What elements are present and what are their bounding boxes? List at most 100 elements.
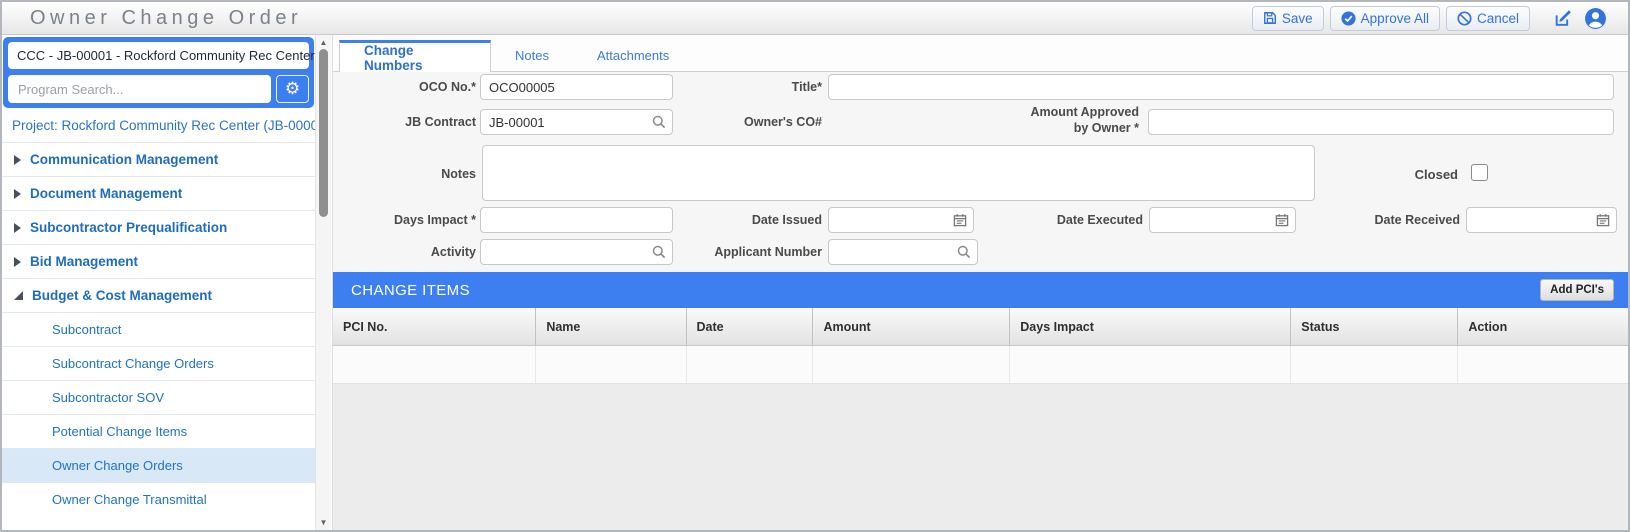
title-input[interactable] <box>828 74 1614 100</box>
activity-field <box>480 239 673 265</box>
tab-attachments[interactable]: Attachments <box>573 40 693 71</box>
date-received-label: Date Received <box>1374 213 1460 227</box>
sidebar-subitem-subcontract-change-orders[interactable]: Subcontract Change Orders <box>2 346 315 380</box>
scroll-down-icon[interactable]: ▼ <box>316 518 331 527</box>
scroll-up-icon[interactable]: ▲ <box>316 38 331 47</box>
search-icon[interactable] <box>957 245 971 259</box>
sidebar-subitem-label: Owner Change Transmittal <box>52 492 207 507</box>
sidebar-subitem-label: Potential Change Items <box>52 424 188 439</box>
expand-arrow-icon <box>14 256 21 267</box>
amount-approved-label: Amount Approved by Owner * <box>1030 105 1139 135</box>
approve-all-label: Approve All <box>1360 10 1429 26</box>
project-link[interactable]: Project: Rockford Community Rec Center (… <box>2 108 330 142</box>
edit-icon[interactable] <box>1550 5 1576 31</box>
calendar-icon[interactable] <box>1275 213 1289 227</box>
approve-all-button[interactable]: Approve All <box>1329 5 1440 31</box>
sidebar-nav: Communication Management Document Managem… <box>2 142 315 516</box>
amount-approved-input[interactable] <box>1148 109 1614 135</box>
sidebar-item-label: Communication Management <box>30 152 219 167</box>
calendar-icon[interactable] <box>1596 213 1610 227</box>
sidebar-subitem-subcontract[interactable]: Subcontract <box>2 312 315 346</box>
calendar-icon[interactable] <box>953 213 967 227</box>
days-impact-input[interactable] <box>480 207 673 233</box>
change-items-grid-header: PCI No. Name Date Amount Days Impact Status Ac… <box>333 308 1628 346</box>
save-label: Save <box>1281 10 1313 26</box>
header-actions: Save Approve All Cancel <box>1251 5 1608 31</box>
change-items-title: CHANGE ITEMS <box>351 281 470 299</box>
date-received-field <box>1466 207 1617 233</box>
change-items-banner: CHANGE ITEMS Add PCI's <box>333 272 1628 308</box>
sidebar-subitem-subcontractor-sov[interactable]: Subcontractor SOV <box>2 380 315 414</box>
sidebar-subitem-label: Subcontract Change Orders <box>52 356 214 371</box>
sidebar-subitem-owner-change-transmittal[interactable]: Owner Change Transmittal <box>2 482 315 516</box>
sidebar-item-label: Bid Management <box>30 254 139 269</box>
program-search-input[interactable] <box>8 75 271 103</box>
closed-label: Closed <box>1414 167 1458 182</box>
sidebar-subitem-label: Owner Change Orders <box>52 458 183 473</box>
app-header: Owner Change Order Save Approve All Canc… <box>2 2 1628 35</box>
scrollbar-thumb[interactable] <box>319 49 328 217</box>
search-icon[interactable] <box>652 245 666 259</box>
tab-notes[interactable]: Notes <box>491 40 573 71</box>
empty-cell <box>333 346 537 383</box>
search-icon[interactable] <box>652 115 666 129</box>
cancel-button[interactable]: Cancel <box>1445 5 1530 31</box>
sidebar-scrollbar[interactable]: ▲ ▼ <box>315 35 331 530</box>
date-issued-label: Date Issued <box>751 213 822 227</box>
settings-button[interactable]: ⚙ <box>276 75 309 103</box>
expand-arrow-icon <box>14 188 21 199</box>
sidebar-subitem-label: Subcontractor SOV <box>52 390 164 405</box>
date-executed-field <box>1149 207 1296 233</box>
days-impact-label: Days Impact * <box>394 213 476 227</box>
jb-contract-input[interactable] <box>480 109 673 135</box>
oco-no-input[interactable] <box>480 74 673 100</box>
date-executed-label: Date Executed <box>1056 213 1143 227</box>
empty-cell <box>687 346 814 383</box>
applicant-number-label: Applicant Number <box>714 245 822 259</box>
cancel-label: Cancel <box>1476 10 1519 26</box>
column-header-date: Date <box>687 308 814 345</box>
add-pcis-button[interactable]: Add PCI's <box>1540 279 1614 301</box>
closed-checkbox[interactable] <box>1471 164 1488 181</box>
company-selector-value: CCC - JB-00001 - Rockford Community Rec … <box>17 48 315 63</box>
date-executed-input[interactable] <box>1149 207 1296 233</box>
tab-bar: Change Numbers Notes Attachments <box>333 35 1628 73</box>
check-circle-icon <box>1341 10 1356 26</box>
save-icon <box>1263 11 1277 25</box>
empty-cell <box>1458 346 1628 383</box>
sidebar-item-bid-management[interactable]: Bid Management <box>2 244 315 278</box>
notes-textarea[interactable] <box>482 145 1315 201</box>
sidebar-item-budget-cost-management[interactable]: Budget & Cost Management <box>2 278 315 312</box>
program-search-row: ⚙ <box>8 75 309 103</box>
sidebar: CCC - JB-00001 - Rockford Community Rec … <box>2 35 330 530</box>
date-issued-field <box>828 207 974 233</box>
column-header-pci-no: PCI No. <box>333 308 537 345</box>
empty-cell <box>1291 346 1459 383</box>
title-label: Title* <box>791 80 822 94</box>
sidebar-subitem-owner-change-orders[interactable]: Owner Change Orders <box>2 448 315 482</box>
column-header-action: Action <box>1468 319 1508 334</box>
empty-cell <box>536 346 687 383</box>
sidebar-item-document-management[interactable]: Document Management <box>2 176 315 210</box>
empty-cell <box>1010 346 1292 383</box>
tab-change-numbers[interactable]: Change Numbers <box>339 40 491 73</box>
owner-change-order-window: Owner Change Order Save Approve All Canc… <box>0 0 1630 532</box>
main-content: Change Numbers Notes Attachments OCO No.* … <box>332 35 1628 530</box>
page-title: Owner Change Order <box>30 6 303 29</box>
user-icon[interactable] <box>1582 5 1608 31</box>
sidebar-item-subcontractor-prequalification[interactable]: Subcontractor Prequalification <box>2 210 315 244</box>
company-selector[interactable]: CCC - JB-00001 - Rockford Community Rec … <box>8 42 325 69</box>
change-items-empty-row <box>333 346 1628 384</box>
sidebar-item-communication-management[interactable]: Communication Management <box>2 142 315 176</box>
column-header-status: Status <box>1291 308 1459 345</box>
applicant-number-field <box>828 239 978 265</box>
applicant-number-input[interactable] <box>828 239 978 265</box>
column-header-days-impact: Days Impact <box>1010 308 1292 345</box>
activity-input[interactable] <box>480 239 673 265</box>
date-received-input[interactable] <box>1466 207 1617 233</box>
notes-label: Notes <box>441 167 476 181</box>
sidebar-subitem-potential-change-items[interactable]: Potential Change Items <box>2 414 315 448</box>
sidebar-subitem-label: Subcontract <box>52 322 122 337</box>
save-button[interactable]: Save <box>1251 5 1324 31</box>
expand-arrow-icon <box>14 154 21 165</box>
